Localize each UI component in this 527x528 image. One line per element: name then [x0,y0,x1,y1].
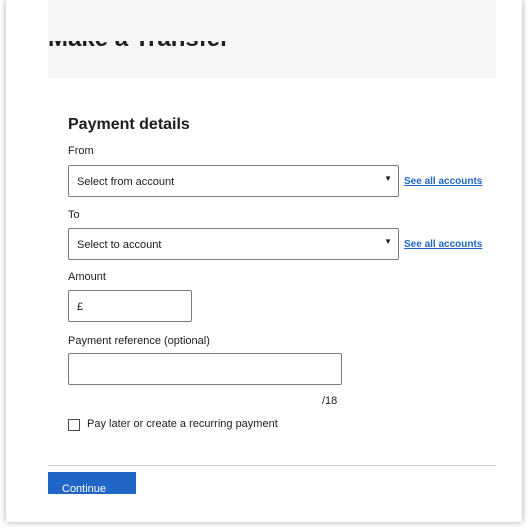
page-title: Make a Transfer [48,25,230,52]
character-counter: /18 [322,395,338,407]
to-account-value: Select to account [77,239,162,251]
recurring-checkbox[interactable] [68,419,80,431]
from-label: From [68,145,94,157]
from-account-select[interactable]: Select from account ▼ [68,165,399,197]
amount-input[interactable]: £ [68,290,192,322]
caret-down-icon: ▼ [384,237,392,246]
bottom-cover [6,494,522,522]
to-label: To [68,209,80,221]
caret-down-icon: ▼ [384,174,392,183]
divider [48,465,496,466]
reference-input[interactable] [68,353,342,385]
from-account-value: Select from account [77,176,175,188]
see-all-accounts-link-to[interactable]: See all accounts [404,239,482,250]
page-header: Make a Transfer [48,0,496,78]
window-frame: Make a Transfer Payment details From Sel… [6,0,522,522]
to-account-select[interactable]: Select to account ▼ [68,228,399,260]
currency-symbol: £ [77,301,84,313]
reference-label: Payment reference (optional) [68,335,210,347]
section-title: Payment details [68,116,190,133]
see-all-accounts-link-from[interactable]: See all accounts [404,176,482,187]
recurring-checkbox-label[interactable]: Pay later or create a recurring payment [87,418,278,430]
amount-label: Amount [68,271,106,283]
